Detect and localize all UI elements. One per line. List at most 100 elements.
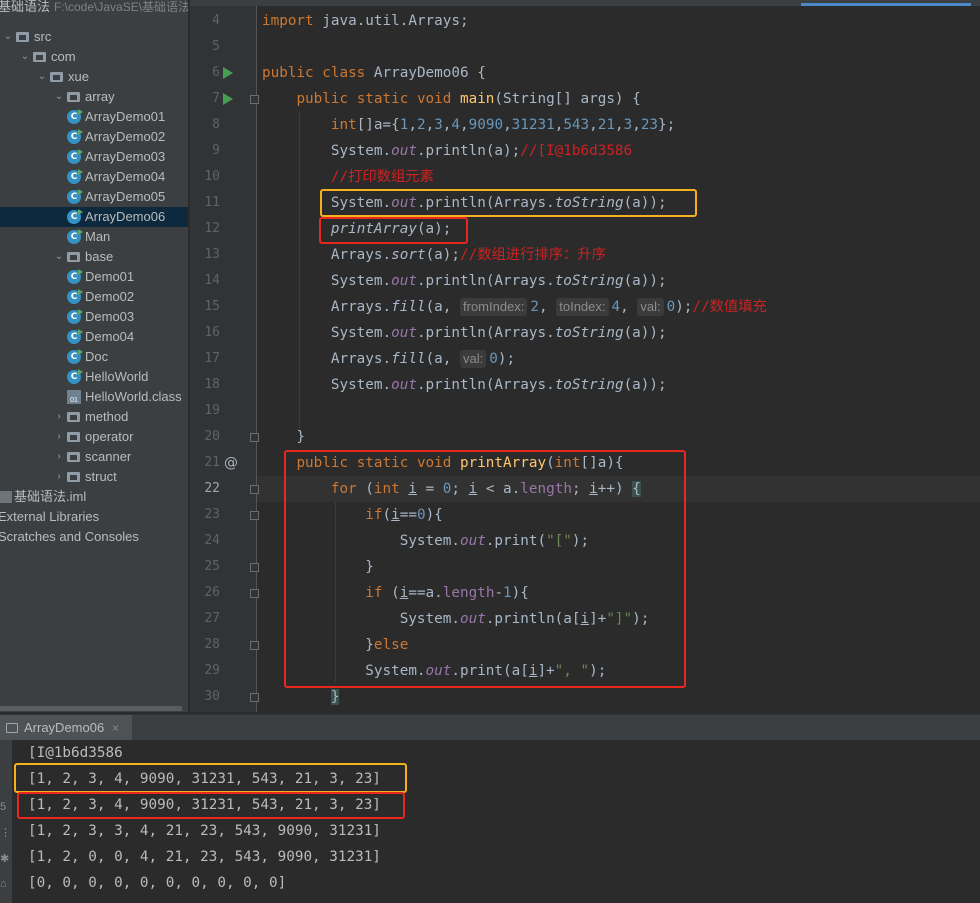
- line-number: 25: [204, 559, 220, 574]
- file-item[interactable]: C ArrayDemo02: [0, 127, 188, 147]
- file-item[interactable]: C ArrayDemo05: [0, 187, 188, 207]
- project-root-label: 基础语法: [0, 0, 51, 14]
- chevron-right-icon[interactable]: ›: [53, 427, 65, 447]
- java-class-icon: C: [67, 349, 83, 364]
- code-line-20[interactable]: }: [262, 424, 305, 450]
- chevron-right-icon[interactable]: ›: [53, 447, 65, 467]
- line-number: 19: [204, 403, 220, 418]
- settings-icon[interactable]: ✱: [0, 852, 9, 865]
- scratches-item[interactable]: Scratches and Consoles: [0, 527, 188, 547]
- tree-item-label: src: [34, 29, 52, 44]
- chevron-right-icon[interactable]: ›: [53, 467, 65, 487]
- line-number: 8: [212, 117, 220, 132]
- file-item[interactable]: C Man: [0, 227, 188, 247]
- fold-icon[interactable]: [250, 693, 259, 702]
- fold-icon[interactable]: [250, 641, 259, 650]
- chevron-right-icon[interactable]: ›: [53, 407, 65, 427]
- tree-item-label: ArrayDemo05: [85, 189, 166, 204]
- line-number: 29: [204, 663, 220, 678]
- tree-item-label: operator: [85, 429, 134, 444]
- folder-icon: [67, 252, 80, 262]
- param-hint-val: val:: [460, 350, 487, 368]
- tree-item-label: com: [51, 49, 76, 64]
- code-line-4[interactable]: import java.util.Arrays;: [262, 8, 469, 34]
- folder-item[interactable]: › scanner: [0, 447, 188, 467]
- folder-item[interactable]: ⌄ array: [0, 87, 188, 107]
- file-item[interactable]: C ArrayDemo06: [0, 207, 188, 227]
- iml-file-item[interactable]: 基础语法.iml: [0, 487, 188, 507]
- console-icon: [6, 723, 18, 733]
- code-line-6[interactable]: public class ArrayDemo06 {: [262, 60, 486, 86]
- line-number: 26: [204, 585, 220, 600]
- folder-item[interactable]: › method: [0, 407, 188, 427]
- override-marker-icon[interactable]: @: [224, 455, 238, 471]
- code-line-17[interactable]: Arrays.fill(a, val: 0);: [262, 346, 515, 372]
- project-scrollbar[interactable]: [0, 706, 182, 711]
- code-line-9[interactable]: System.out.println(a);//[I@1b6d3586: [262, 138, 632, 164]
- code-line-8[interactable]: int[]a={1,2,3,4,9090,31231,543,21,3,23};: [262, 112, 675, 138]
- fold-icon[interactable]: [250, 589, 259, 598]
- tree-item-label: Demo04: [85, 329, 135, 344]
- file-item[interactable]: C Demo02: [0, 287, 188, 307]
- file-item[interactable]: C Doc: [0, 347, 188, 367]
- run-tab[interactable]: ArrayDemo06 ×: [0, 715, 132, 741]
- file-item[interactable]: C Demo03: [0, 307, 188, 327]
- fold-icon[interactable]: [250, 563, 259, 572]
- chevron-down-icon[interactable]: ⌄: [19, 47, 31, 67]
- folder-item[interactable]: › operator: [0, 427, 188, 447]
- folder-item[interactable]: ⌄ base: [0, 247, 188, 267]
- line-number: 23: [204, 507, 220, 522]
- code-line-14[interactable]: System.out.println(Arrays.toString(a));: [262, 268, 667, 294]
- line-number: 15: [204, 299, 220, 314]
- file-item[interactable]: C Demo04: [0, 327, 188, 347]
- java-class-icon: C: [67, 329, 83, 344]
- file-item[interactable]: C ArrayDemo03: [0, 147, 188, 167]
- code-line-7[interactable]: public static void main(String[] args) {: [262, 86, 640, 112]
- delete-icon[interactable]: ⌂: [0, 878, 7, 890]
- close-icon[interactable]: ×: [112, 715, 119, 741]
- project-root[interactable]: 基础语法 F:\code\JavaSE\基础语法: [0, 0, 188, 17]
- code-line-15[interactable]: Arrays.fill(a, fromIndex: 2, toIndex: 4, v…: [262, 294, 767, 320]
- fold-icon[interactable]: [250, 485, 259, 494]
- folder-icon: [33, 52, 46, 62]
- folder-icon: [50, 72, 63, 82]
- code-line-10[interactable]: //打印数组元素: [262, 164, 434, 190]
- code-line-18[interactable]: System.out.println(Arrays.toString(a));: [262, 372, 667, 398]
- run-class-icon[interactable]: [223, 67, 233, 79]
- folder-icon: [67, 92, 80, 102]
- folder-item[interactable]: ⌄ com: [0, 47, 188, 67]
- code-line-16[interactable]: System.out.println(Arrays.toString(a));: [262, 320, 667, 346]
- line-number: 16: [204, 325, 220, 340]
- chevron-down-icon[interactable]: ⌄: [53, 247, 65, 267]
- file-item[interactable]: 01 HelloWorld.class: [0, 387, 188, 407]
- fold-icon[interactable]: [250, 433, 259, 442]
- code-line-13[interactable]: Arrays.sort(a);//数组进行排序：升序: [262, 242, 606, 268]
- file-item[interactable]: C HelloWorld: [0, 367, 188, 387]
- line-number: 28: [204, 637, 220, 652]
- line-number: 10: [204, 169, 220, 184]
- line-number: 12: [204, 221, 220, 236]
- run-tool-window-header: ArrayDemo06 ×: [0, 714, 980, 741]
- line-number: 20: [204, 429, 220, 444]
- tree-item-label: HelloWorld: [85, 369, 149, 384]
- pin-icon[interactable]: ⋮: [0, 826, 11, 839]
- comment-hash: //[I@1b6d3586: [520, 143, 633, 159]
- fold-icon[interactable]: [250, 511, 259, 520]
- chevron-down-icon[interactable]: ⌄: [36, 67, 48, 87]
- tree-item-label: struct: [85, 469, 117, 484]
- rerun-icon[interactable]: 5: [0, 801, 6, 813]
- file-item[interactable]: C ArrayDemo04: [0, 167, 188, 187]
- folder-item[interactable]: ⌄ xue: [0, 67, 188, 87]
- file-item[interactable]: C Demo01: [0, 267, 188, 287]
- comment-sort: //数组进行排序：升序: [460, 247, 606, 263]
- line-number: 6: [212, 65, 220, 80]
- chevron-down-icon[interactable]: ⌄: [53, 87, 65, 107]
- fold-icon[interactable]: [250, 95, 259, 104]
- folder-item[interactable]: › struct: [0, 467, 188, 487]
- folder-item[interactable]: ⌄ src: [0, 27, 188, 47]
- file-item[interactable]: C ArrayDemo01: [0, 107, 188, 127]
- external-libraries-item[interactable]: External Libraries: [0, 507, 188, 527]
- line-number: 7: [212, 91, 220, 106]
- chevron-down-icon[interactable]: ⌄: [2, 27, 14, 47]
- run-main-icon[interactable]: [223, 93, 233, 105]
